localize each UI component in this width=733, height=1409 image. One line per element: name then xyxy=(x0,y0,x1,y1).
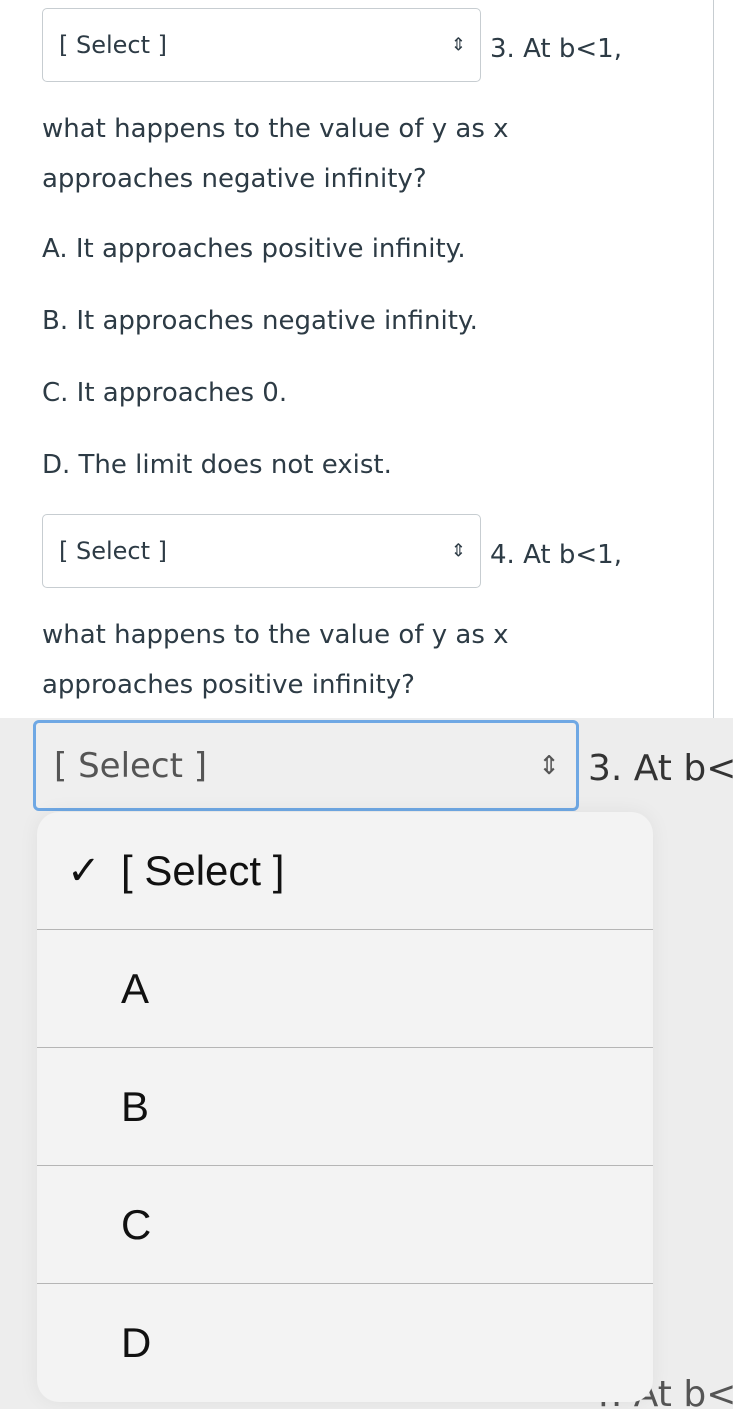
question-3-lead: 3. At b<1, xyxy=(490,34,622,64)
answer-select-q3[interactable]: [ Select ] ⇕ xyxy=(42,8,481,82)
question-4-lead: 4. At b<1, xyxy=(490,540,622,570)
checkmark-icon: ✓ xyxy=(67,848,101,893)
menu-option-b[interactable]: B xyxy=(37,1048,653,1166)
zoomed-dropdown-view: [ Select ] ⇕ 3. At b<1 4. At b<1 ✓[ Sele… xyxy=(0,718,733,1409)
chevron-updown-icon: ⇕ xyxy=(450,540,466,562)
chevron-updown-icon: ⇕ xyxy=(450,34,466,56)
question-3-lead: 3. At b<1 xyxy=(588,748,733,789)
question-3-line2: approaches negative infinity? xyxy=(42,164,427,194)
question-4-line1: what happens to the value of y as x xyxy=(42,620,509,650)
select-value: [ Select ] xyxy=(59,537,168,565)
option-label: A xyxy=(121,964,150,1012)
chevron-updown-icon: ⇕ xyxy=(538,750,560,781)
option-c: C. It approaches 0. xyxy=(42,378,288,408)
question-4-line2: approaches positive infinity? xyxy=(42,670,415,700)
select-value: [ Select ] xyxy=(59,31,168,59)
option-d: D. The limit does not exist. xyxy=(42,450,392,480)
quiz-page: [ Select ] ⇕ 3. At b<1, what happens to … xyxy=(0,0,714,718)
dropdown-menu: ✓ [ Select ] A B C D xyxy=(37,812,653,1402)
option-label: C xyxy=(121,1200,152,1248)
option-label: D xyxy=(121,1319,152,1366)
menu-option-c[interactable]: C xyxy=(37,1166,653,1284)
question-3-line1: what happens to the value of y as x xyxy=(42,114,509,144)
option-label: B xyxy=(121,1082,150,1130)
menu-option-select[interactable]: ✓ [ Select ] xyxy=(37,812,653,930)
option-a: A. It approaches positive infinity. xyxy=(42,234,466,264)
answer-select-q4[interactable]: [ Select ] ⇕ xyxy=(42,514,481,588)
menu-option-d[interactable]: D xyxy=(37,1284,653,1402)
select-value: [ Select ] xyxy=(54,745,208,786)
menu-option-a[interactable]: A xyxy=(37,930,653,1048)
option-label: [ Select ] xyxy=(121,846,285,894)
answer-select-focused[interactable]: [ Select ] ⇕ xyxy=(33,720,579,811)
option-b: B. It approaches negative infinity. xyxy=(42,306,478,336)
